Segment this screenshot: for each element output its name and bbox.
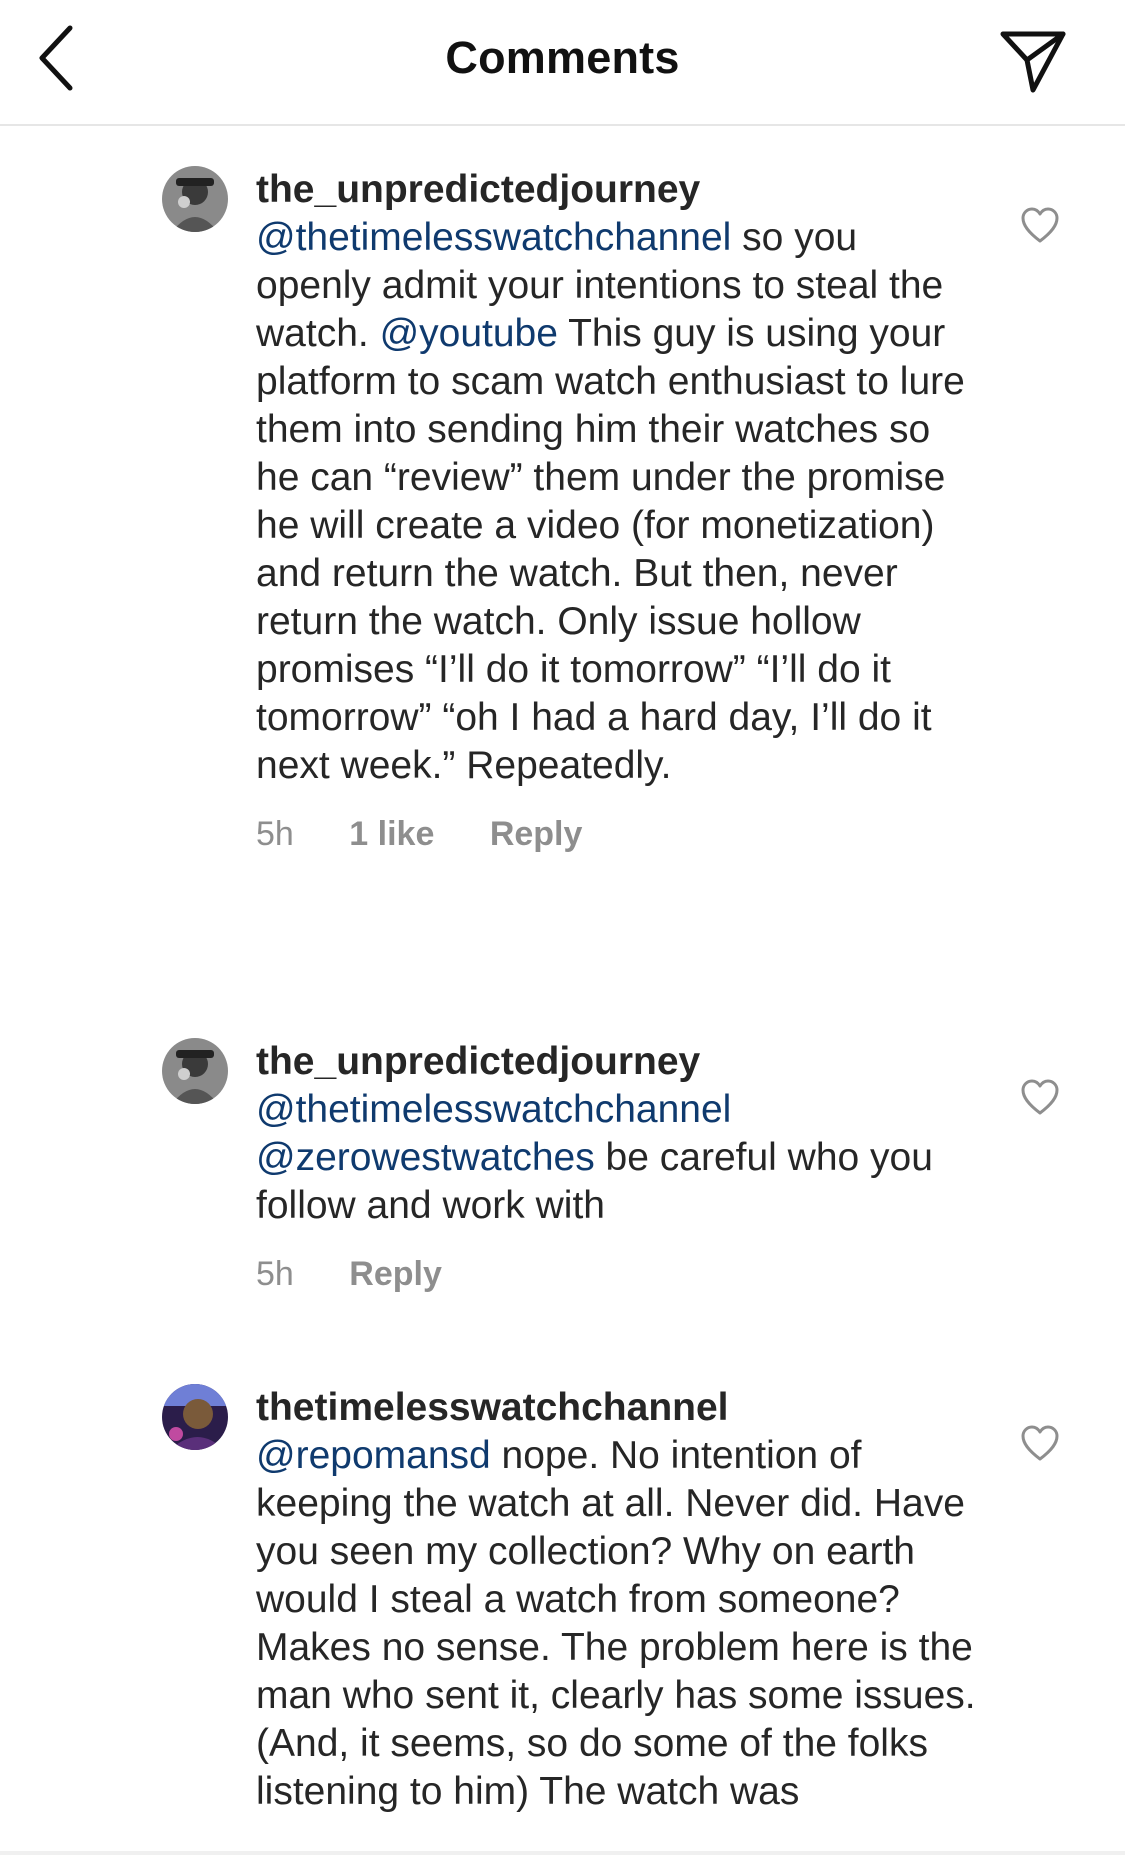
like-button[interactable] xyxy=(1020,206,1060,246)
comment-timestamp: 5h xyxy=(256,1255,294,1293)
comment-text: @repomansd nope. No intention of keeping… xyxy=(256,1432,976,1816)
comment-meta: 5h Reply xyxy=(256,1250,976,1298)
heart-icon xyxy=(1021,1079,1059,1115)
comment-body: thetimelesswatchchannel @repomansd nope.… xyxy=(256,1384,976,1816)
profile-photo xyxy=(162,1384,228,1450)
avatar[interactable] xyxy=(162,1038,228,1104)
avatar[interactable] xyxy=(162,166,228,232)
comment-text-fragment: This guy is using your platform to scam … xyxy=(256,312,965,787)
mention-link[interactable]: @thetimelesswatchchannel xyxy=(256,1088,731,1131)
avatar[interactable] xyxy=(162,1384,228,1450)
comments-list[interactable]: the_unpredictedjourney @thetimelesswatch… xyxy=(0,126,1125,1846)
comment-username[interactable]: the_unpredictedjourney xyxy=(256,1038,976,1086)
mention-link[interactable]: @youtube xyxy=(380,312,558,355)
heart-icon xyxy=(1021,1425,1059,1461)
likes-count-link[interactable]: 1 like xyxy=(349,810,434,858)
like-button[interactable] xyxy=(1020,1078,1060,1118)
like-button[interactable] xyxy=(1020,1424,1060,1464)
mention-link[interactable]: @repomansd xyxy=(256,1434,491,1477)
reply-button[interactable]: Reply xyxy=(490,810,583,858)
comment-text: @thetimelesswatchchannel @zerowestwatche… xyxy=(256,1086,976,1230)
mention-link[interactable]: @zerowestwatches xyxy=(256,1136,595,1179)
comment-meta: 5h 1 like Reply xyxy=(256,810,976,858)
profile-photo xyxy=(162,1038,228,1104)
mention-link[interactable]: @thetimelesswatchchannel xyxy=(256,216,731,259)
comment-text: @thetimelesswatchchannel so you openly a… xyxy=(256,214,976,790)
heart-icon xyxy=(1021,207,1059,243)
header-bar: Comments xyxy=(0,0,1125,126)
profile-photo xyxy=(162,166,228,232)
bottom-divider xyxy=(0,1851,1125,1855)
paper-plane-icon xyxy=(1000,31,1066,93)
page-title: Comments xyxy=(445,32,680,83)
reply-button[interactable]: Reply xyxy=(349,1250,442,1298)
comment-username[interactable]: thetimelesswatchchannel xyxy=(256,1384,976,1432)
comment-timestamp: 5h xyxy=(256,815,294,853)
comment-body: the_unpredictedjourney @thetimelesswatch… xyxy=(256,1038,976,1298)
share-button[interactable] xyxy=(997,26,1069,98)
comment-username[interactable]: the_unpredictedjourney xyxy=(256,166,976,214)
comment-body: the_unpredictedjourney @thetimelesswatch… xyxy=(256,166,976,858)
comment-text-fragment: nope. No intention of keeping the watch … xyxy=(256,1434,976,1813)
